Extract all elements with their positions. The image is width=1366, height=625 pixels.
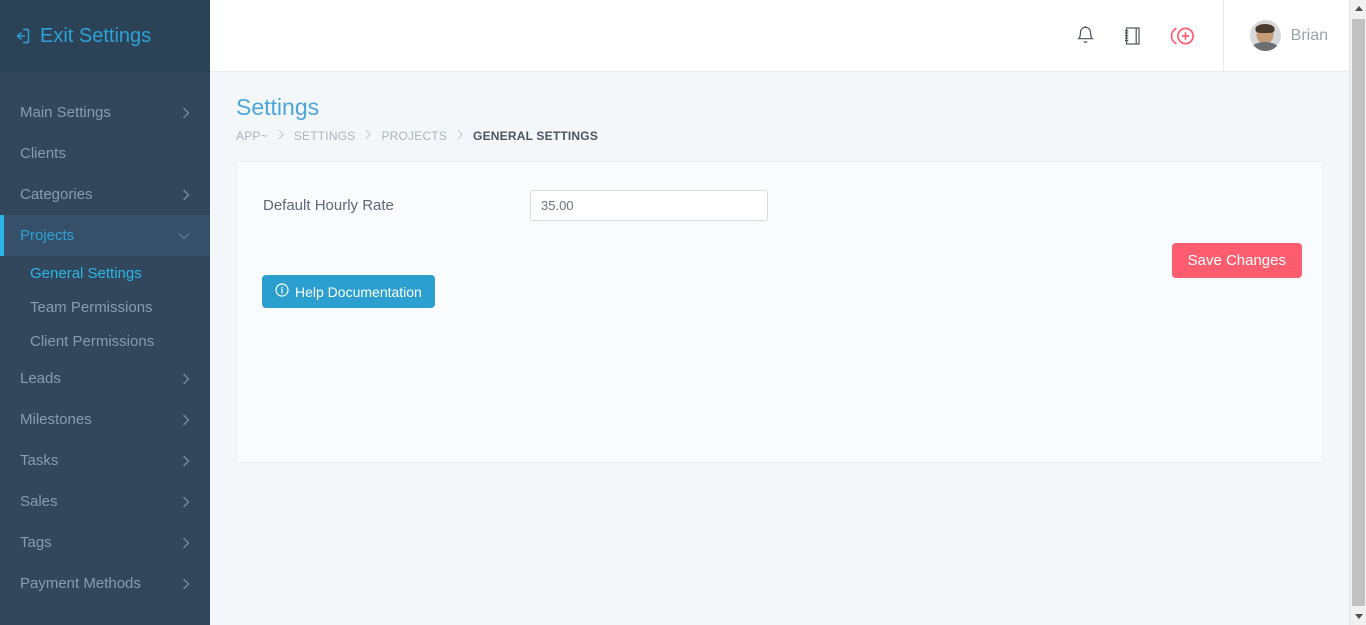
sidebar-item-leads[interactable]: Leads — [0, 358, 210, 399]
sidebar-item-label: Tags — [20, 534, 182, 551]
projects-submenu: General Settings Team Permissions Client… — [0, 256, 210, 358]
sidebar-item-label: Main Settings — [20, 104, 182, 121]
sidebar-subitem-label: General Settings — [30, 265, 142, 282]
breadcrumb-item-settings[interactable]: SETTINGS — [294, 129, 356, 143]
sidebar-item-sales[interactable]: Sales — [0, 481, 210, 522]
breadcrumb: APP~ SETTINGS PROJECTS GENERAL SETTINGS — [236, 129, 1366, 143]
sidebar-item-categories[interactable]: Categories — [0, 174, 210, 215]
sidebar-item-tags[interactable]: Tags — [0, 522, 210, 563]
sidebar-menu: Main Settings Clients Categories Project… — [0, 72, 210, 604]
chevron-right-icon — [182, 496, 190, 508]
breadcrumb-separator-icon — [277, 129, 285, 143]
sidebar-subitem-label: Team Permissions — [30, 299, 153, 316]
save-changes-button[interactable]: Save Changes — [1172, 243, 1302, 278]
breadcrumb-item-general-settings: GENERAL SETTINGS — [473, 129, 598, 143]
sidebar-subitem-client-permissions[interactable]: Client Permissions — [0, 324, 210, 358]
breadcrumb-separator-icon — [456, 129, 464, 143]
breadcrumb-item-app[interactable]: APP~ — [236, 129, 268, 143]
default-hourly-rate-label: Default Hourly Rate — [263, 197, 530, 214]
header-icon-group — [1075, 0, 1223, 72]
default-hourly-rate-input[interactable] — [530, 190, 768, 221]
help-documentation-button[interactable]: Help Documentation — [262, 275, 435, 308]
avatar — [1250, 20, 1281, 51]
sidebar-subitem-label: Client Permissions — [30, 333, 154, 350]
scrollbar-down-button[interactable] — [1350, 608, 1366, 625]
sidebar-item-clients[interactable]: Clients — [0, 133, 210, 174]
sidebar-subitem-general-settings[interactable]: General Settings — [0, 256, 210, 290]
settings-sidebar: Exit Settings Main Settings Clients Cate… — [0, 0, 210, 625]
sidebar-item-label: Projects — [20, 227, 178, 244]
chevron-right-icon — [182, 578, 190, 590]
chevron-down-icon — [178, 232, 190, 240]
chevron-right-icon — [182, 107, 190, 119]
sidebar-item-label: Tasks — [20, 452, 182, 469]
exit-settings-button[interactable]: Exit Settings — [12, 25, 151, 48]
chevron-right-icon — [182, 455, 190, 467]
add-circle-icon[interactable] — [1169, 23, 1197, 49]
chevron-right-icon — [182, 537, 190, 549]
chevron-right-icon — [182, 189, 190, 201]
content-area: Settings APP~ SETTINGS PROJECTS GENERAL … — [210, 72, 1366, 625]
sidebar-item-label: Payment Methods — [20, 575, 182, 592]
sidebar-item-projects[interactable]: Projects — [0, 215, 210, 256]
sidebar-item-tasks[interactable]: Tasks — [0, 440, 210, 481]
scrollbar-thumb[interactable] — [1352, 19, 1365, 606]
sidebar-item-main-settings[interactable]: Main Settings — [0, 92, 210, 133]
chevron-right-icon — [182, 373, 190, 385]
bell-icon[interactable] — [1075, 25, 1096, 47]
triangle-down-icon — [1355, 614, 1363, 619]
settings-card: Default Hourly Rate Save Changes Help Do… — [236, 161, 1323, 463]
sidebar-item-milestones[interactable]: Milestones — [0, 399, 210, 440]
chevron-right-icon — [182, 414, 190, 426]
notebook-icon[interactable] — [1122, 25, 1143, 47]
sidebar-item-payment-methods[interactable]: Payment Methods — [0, 563, 210, 604]
main-pane: Brian Settings APP~ SETTINGS PROJECTS GE… — [210, 0, 1366, 625]
app-root: Exit Settings Main Settings Clients Cate… — [0, 0, 1366, 625]
form-row-default-hourly-rate: Default Hourly Rate — [237, 162, 1322, 221]
breadcrumb-separator-icon — [364, 129, 372, 143]
page-scrollbar[interactable] — [1349, 0, 1366, 625]
user-profile-button[interactable]: Brian — [1223, 0, 1366, 72]
help-documentation-label: Help Documentation — [295, 284, 422, 300]
sidebar-header: Exit Settings — [0, 0, 210, 72]
user-name-label: Brian — [1291, 27, 1328, 45]
sidebar-subitem-team-permissions[interactable]: Team Permissions — [0, 290, 210, 324]
triangle-up-icon — [1355, 6, 1363, 11]
sidebar-item-label: Leads — [20, 370, 182, 387]
page-title: Settings — [236, 94, 1366, 121]
sidebar-item-label: Clients — [20, 145, 190, 162]
sidebar-item-label: Categories — [20, 186, 182, 203]
exit-arrow-icon — [12, 26, 32, 46]
scrollbar-up-button[interactable] — [1350, 0, 1366, 17]
sidebar-item-label: Sales — [20, 493, 182, 510]
top-header-bar: Brian — [210, 0, 1366, 72]
sidebar-item-label: Milestones — [20, 411, 182, 428]
info-circle-icon — [275, 283, 289, 300]
breadcrumb-item-projects[interactable]: PROJECTS — [381, 129, 447, 143]
exit-settings-label: Exit Settings — [40, 25, 151, 48]
